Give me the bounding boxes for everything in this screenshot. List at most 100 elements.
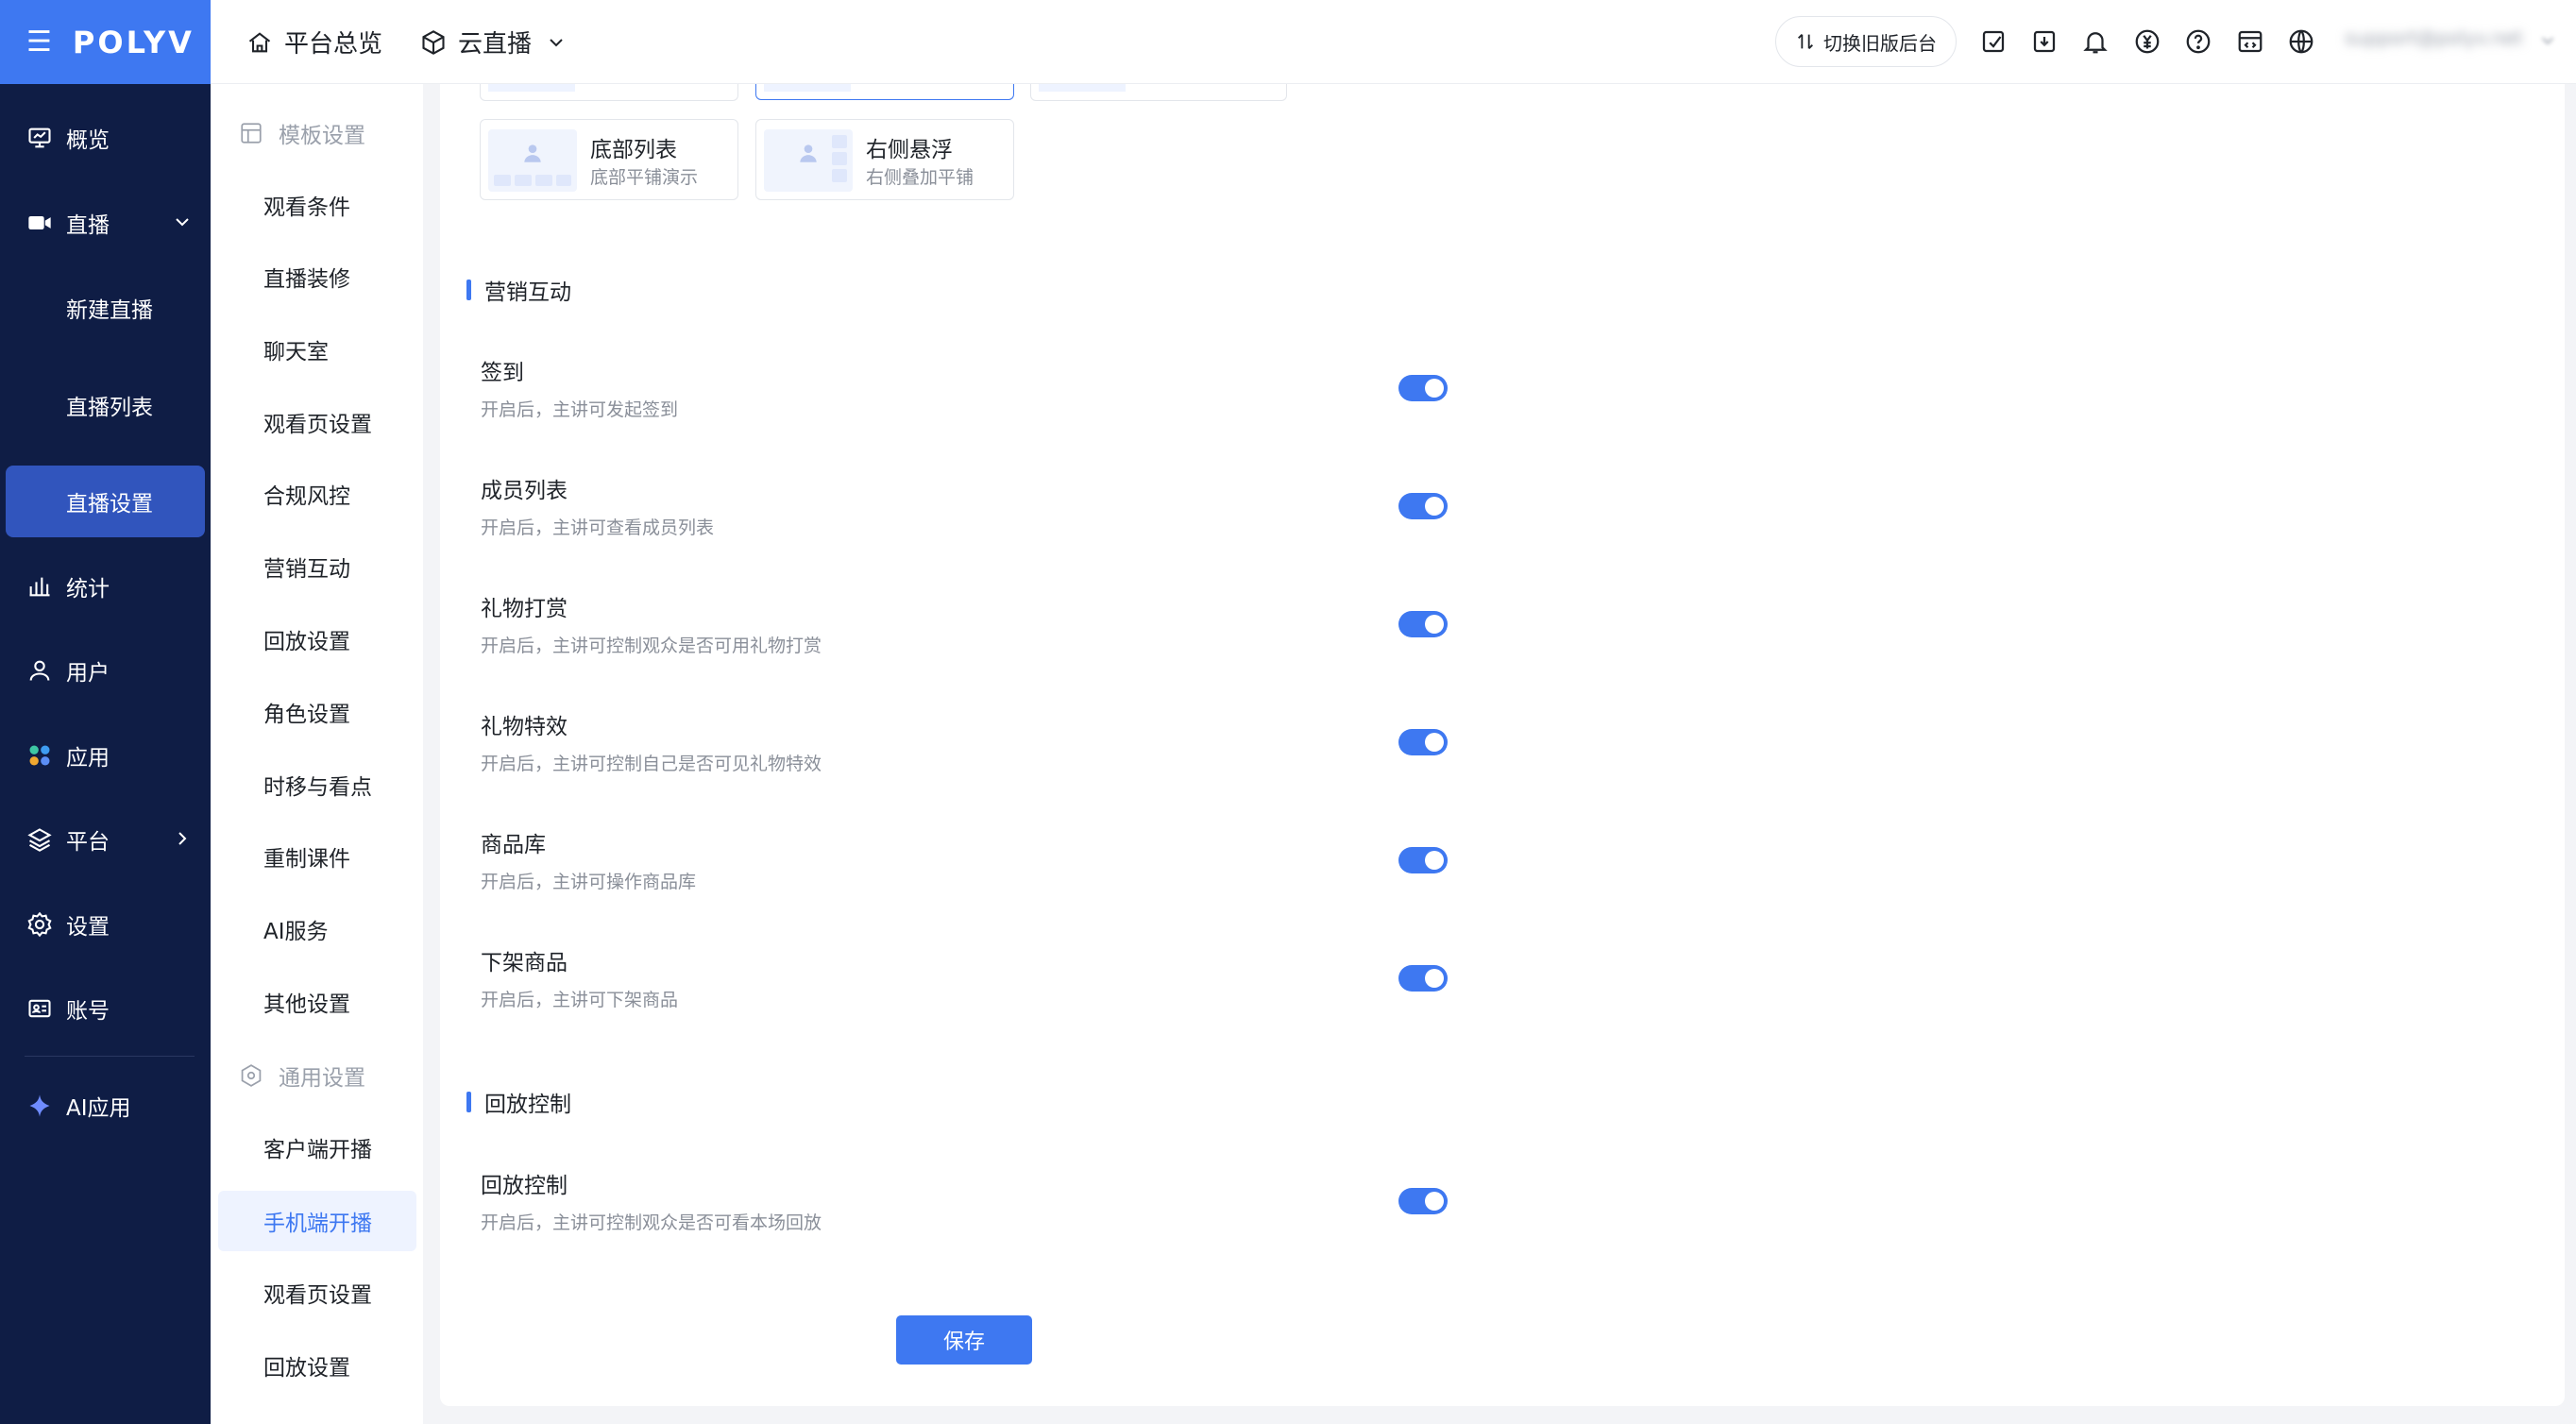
bell-icon[interactable]: [2081, 27, 2110, 56]
toggle-sign-in[interactable]: [1398, 375, 1448, 401]
setting-desc: 开启后，主讲可发起签到: [481, 399, 679, 420]
switch-old-backend-button[interactable]: 切换旧版后台: [1775, 16, 1957, 67]
download-icon[interactable]: [2030, 27, 2059, 56]
video-camera-icon: [25, 208, 55, 238]
submenu-item-timeshift[interactable]: 时移与看点: [211, 754, 423, 815]
monitor-icon: [25, 123, 55, 153]
apps-icon: [25, 740, 55, 771]
layout-option-right-float[interactable]: 右侧悬浮 右侧叠加平铺: [755, 119, 1014, 200]
setting-desc: 开启后，主讲可查看成员列表: [481, 517, 715, 538]
toggle-playback-control[interactable]: [1398, 1188, 1448, 1214]
submenu-group-label: 模板设置: [279, 124, 365, 148]
sidebar-item-account[interactable]: 账号: [0, 980, 211, 1037]
sidebar-item-users[interactable]: 用户: [0, 642, 211, 699]
brand-logo: POLYV: [72, 24, 195, 60]
sidebar-item-settings[interactable]: 设置: [0, 896, 211, 953]
submenu-group-template: 模板设置: [239, 114, 365, 152]
sidebar-item-live[interactable]: 直播: [0, 195, 211, 251]
setting-title: 下架商品: [481, 951, 568, 975]
submenu-item-ai-service[interactable]: AI服务: [211, 899, 423, 959]
submenu-group-label: 通用设置: [279, 1066, 365, 1091]
sidebar-item-label: 直播: [66, 213, 110, 238]
layout-option-desc: 右侧叠加平铺: [866, 167, 974, 188]
help-icon[interactable]: [2184, 27, 2212, 56]
toggle-gift-effects[interactable]: [1398, 729, 1448, 755]
sidebar-item-live-settings[interactable]: 直播设置: [6, 466, 205, 537]
setting-title: 商品库: [481, 833, 546, 857]
user-icon: [25, 655, 55, 686]
save-button[interactable]: 保存: [896, 1315, 1032, 1365]
toggle-member-list[interactable]: [1398, 493, 1448, 519]
submenu-item-client-live[interactable]: 客户端开播: [211, 1117, 423, 1178]
submenu-item-playback[interactable]: 回放设置: [211, 609, 423, 670]
hamburger-icon[interactable]: ☰: [26, 27, 52, 57]
cube-icon: [422, 29, 445, 55]
page-scrollbar[interactable]: [2561, 557, 2576, 1407]
layers-icon: [25, 824, 55, 855]
crumb-label: 平台总览: [284, 30, 383, 59]
sidebar-item-label: 统计: [66, 577, 110, 602]
sidebar-item-label: 设置: [66, 915, 110, 940]
sidebar-item-overview[interactable]: 概览: [0, 110, 211, 166]
setting-gift-effects: 礼物特效 开启后，主讲可控制自己是否可见礼物特效: [481, 708, 1453, 784]
submenu-item-compliance[interactable]: 合规风控: [211, 464, 423, 524]
submenu-item-view-page[interactable]: 观看页设置: [211, 392, 423, 452]
submenu-item-other[interactable]: 其他设置: [211, 972, 423, 1032]
submenu-item-remake-courseware[interactable]: 重制课件: [211, 826, 423, 887]
settings-submenu: 模板设置 观看条件 直播装修 聊天室 观看页设置 合规风控 营销互动 回放设置 …: [211, 84, 423, 1424]
submenu-item-chatroom[interactable]: 聊天室: [211, 319, 423, 380]
layout-thumbnail: [764, 129, 853, 192]
sidebar-item-label: 账号: [66, 999, 110, 1024]
sidebar-item-platform[interactable]: 平台: [0, 811, 211, 868]
submenu-item-general-playback[interactable]: 回放设置: [211, 1335, 423, 1396]
bar-chart-icon: [25, 571, 55, 602]
user-email[interactable]: support@polyv.net: [2345, 26, 2534, 57]
crumb-platform-overview[interactable]: 平台总览: [246, 0, 382, 84]
app-root: ☰ POLYV 概览 直播 新建直播 直播列表 直播设置 统计 用户 应用 平台…: [0, 0, 2576, 1424]
yuan-icon[interactable]: [2133, 27, 2161, 56]
globe-icon[interactable]: [2287, 27, 2315, 56]
submenu-item-general-view-page[interactable]: 观看页设置: [211, 1263, 423, 1323]
sidebar-item-stats[interactable]: 统计: [0, 558, 211, 615]
chevron-right-icon[interactable]: [171, 827, 194, 850]
sidebar-item-label: 平台: [66, 830, 110, 855]
chevron-down-icon[interactable]: [171, 211, 194, 233]
main-sidebar: ☰ POLYV 概览 直播 新建直播 直播列表 直播设置 统计 用户 应用 平台…: [0, 0, 211, 1424]
person-icon: [800, 144, 817, 162]
layout-option-desc: 底部平铺演示: [590, 167, 699, 188]
toggle-product-library[interactable]: [1398, 847, 1448, 873]
home-icon: [248, 31, 271, 52]
submenu-item-marketing[interactable]: 营销互动: [211, 536, 423, 597]
setting-title: 成员列表: [481, 479, 568, 503]
sidebar-item-label: AI应用: [66, 1096, 131, 1121]
section-title-marketing: 营销互动: [466, 274, 571, 306]
layout-card-partial[interactable]: [480, 84, 738, 101]
chevron-down-icon[interactable]: [2537, 30, 2558, 51]
chevron-down-icon[interactable]: [545, 31, 568, 54]
section-title-playback-control: 回放控制: [466, 1086, 571, 1118]
layout-card-partial[interactable]: [1030, 84, 1287, 101]
sidebar-item-apps[interactable]: 应用: [0, 727, 211, 784]
submenu-item-mobile-live[interactable]: 手机端开播: [218, 1191, 416, 1251]
sidebar-item-ai-apps[interactable]: AI应用: [0, 1077, 211, 1134]
submenu-item-roles[interactable]: 角色设置: [211, 682, 423, 742]
setting-title: 签到: [481, 361, 524, 385]
setting-desc: 开启后，主讲可控制观众是否可看本场回放: [481, 1212, 822, 1233]
crumb-label: 云直播: [458, 30, 533, 59]
setting-desc: 开启后，主讲可操作商品库: [481, 872, 697, 892]
submenu-item-decoration[interactable]: 直播装修: [211, 246, 423, 307]
setting-member-list: 成员列表 开启后，主讲可查看成员列表: [481, 472, 1453, 548]
layout-card-partial-selected[interactable]: [755, 84, 1014, 100]
setting-desc: 开启后，主讲可控制观众是否可用礼物打赏: [481, 636, 822, 656]
submenu-item-view-conditions[interactable]: 观看条件: [211, 175, 423, 235]
layout-option-bottom-list[interactable]: 底部列表 底部平铺演示: [480, 119, 738, 200]
code-icon[interactable]: [2236, 27, 2264, 56]
toggle-gift-reward[interactable]: [1398, 611, 1448, 637]
crumb-cloud-live[interactable]: 云直播: [420, 0, 568, 84]
edit-icon[interactable]: [1979, 27, 2008, 56]
submenu-group-general: 通用设置: [239, 1057, 365, 1094]
setting-desc: 开启后，主讲可控制自己是否可见礼物特效: [481, 754, 822, 774]
sidebar-item-new-live[interactable]: 新建直播: [0, 280, 211, 336]
sidebar-item-live-list[interactable]: 直播列表: [0, 377, 211, 433]
toggle-delist-product[interactable]: [1398, 965, 1448, 992]
